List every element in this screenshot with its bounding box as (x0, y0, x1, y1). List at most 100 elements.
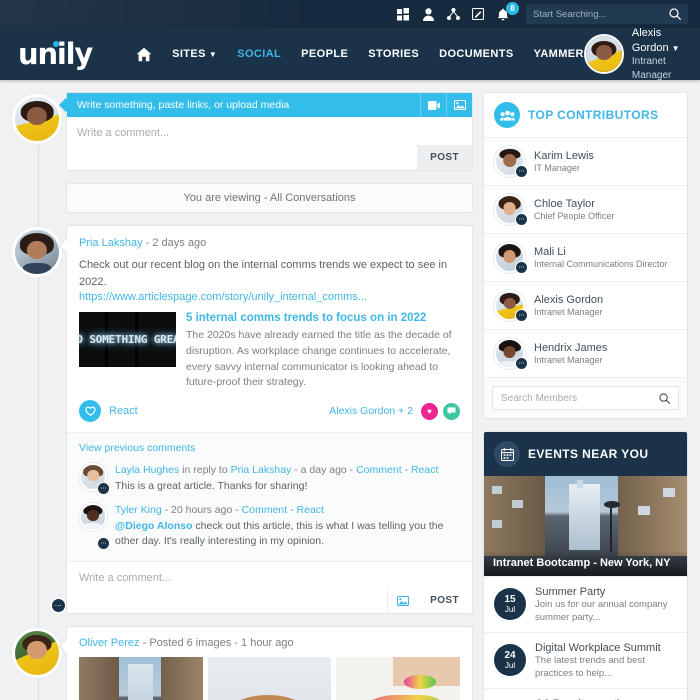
image-icon[interactable] (387, 588, 418, 614)
composer-row: Write something, paste links, or upload … (12, 92, 473, 171)
nav-item-documents[interactable]: DOCUMENTS (439, 48, 514, 60)
list-item[interactable]: ⋯ Mali Li Internal Communications Direct… (484, 233, 687, 281)
avatar (583, 34, 624, 74)
utility-icon-group: 8 (396, 2, 519, 21)
composer-comment-placeholder: Write a comment... (77, 127, 170, 139)
link-preview-description: The 2020s have already earned the title … (186, 329, 452, 389)
org-chart-icon[interactable] (446, 7, 460, 21)
list-item[interactable]: 24 Jul Digital Workplace Summit The late… (484, 631, 687, 688)
event-month: Jul (504, 660, 516, 670)
nav-item-stories[interactable]: STORIES (368, 48, 419, 60)
comment-action[interactable]: Comment (356, 464, 402, 476)
react-button-label[interactable]: React (109, 405, 138, 417)
image-icon[interactable] (446, 93, 472, 117)
sidebar: TOP CONTRIBUTORS ⋯ Karim Lewis IT Manage… (483, 92, 688, 700)
composer-prompt-bar[interactable]: Write something, paste links, or upload … (67, 93, 472, 117)
apps-grid-icon[interactable] (396, 7, 410, 21)
comment-reply-prefix: in reply to (182, 464, 228, 476)
home-icon[interactable] (136, 47, 152, 62)
photo-city-street[interactable] (79, 657, 203, 700)
composer-body: Write something, paste links, or upload … (66, 92, 473, 171)
comment-author[interactable]: Layla Hughes (115, 464, 179, 476)
list-item[interactable]: 11 Aug Q2 Results meeting Join us for ou… (484, 687, 687, 700)
global-search-box[interactable] (526, 4, 688, 24)
composer-actions: POST (67, 145, 472, 170)
contributor-avatar-wrap: ⋯ (494, 146, 528, 178)
event-text: Digital Workplace Summit The latest tren… (535, 641, 677, 680)
events-header: EVENTS NEAR YOU (484, 432, 687, 476)
person-icon[interactable] (421, 7, 435, 21)
comment-badge-icon: ⋯ (515, 165, 528, 178)
top-contributors-title: TOP CONTRIBUTORS (528, 108, 659, 122)
search-members-input[interactable] (501, 392, 659, 404)
member-search-box[interactable] (492, 386, 679, 410)
video-icon[interactable] (420, 93, 446, 117)
image-post-card: Oliver Perez - Posted 6 images - 1 hour … (66, 626, 473, 700)
photo-headphones[interactable] (207, 657, 332, 700)
list-item[interactable]: ⋯ Hendrix James Intranet Manager (484, 329, 687, 377)
contributor-role: Intranet Manager (534, 306, 603, 317)
logo-dot (53, 40, 59, 47)
event-text: Summer Party Join us for our annual comp… (535, 585, 677, 624)
viewing-spacer (12, 183, 66, 225)
event-title: Summer Party (535, 586, 606, 598)
notifications-bell-icon[interactable]: 8 (496, 2, 519, 21)
list-item[interactable]: 15 Jul Summer Party Join us for our annu… (484, 576, 687, 632)
viewing-filter-bar[interactable]: You are viewing - All Conversations (66, 183, 473, 213)
reactor-names[interactable]: Alexis Gordon + 2 (329, 405, 413, 417)
post-content: Pria Lakshay - 2 days ago Check out our … (67, 226, 472, 391)
link-preview-text: 5 internal comms trends to focus on in 2… (186, 312, 460, 391)
member-search-wrap (484, 377, 687, 418)
avatar (79, 502, 107, 531)
composer-input-area[interactable]: Write a comment... (67, 117, 472, 145)
nav-item-yammer[interactable]: YAMMER (534, 48, 584, 60)
nav-item-people[interactable]: PEOPLE (301, 48, 348, 60)
react-action[interactable]: React (297, 504, 324, 516)
comment-head: Layla Hughes in reply to Pria Lakshay - … (115, 463, 460, 478)
comment-avatar-wrap: ⋯ (79, 502, 110, 551)
avatar (12, 94, 62, 144)
viewing-row: You are viewing - All Conversations (12, 183, 473, 225)
post-author[interactable]: Pria Lakshay (79, 237, 143, 249)
event-hero-caption: Intranet Bootcamp - New York, NY (484, 551, 687, 576)
image-post-author[interactable]: Oliver Perez (79, 637, 140, 649)
view-previous-comments-link[interactable]: View previous comments (79, 442, 460, 454)
event-hero-image[interactable]: Intranet Bootcamp - New York, NY (484, 476, 687, 576)
avatar (12, 628, 62, 679)
unily-logo[interactable]: unily (18, 39, 93, 69)
heart-icon[interactable] (79, 400, 101, 422)
event-date-badge: 24 Jul (494, 644, 526, 677)
list-item[interactable]: ⋯ Alexis Gordon Intranet Manager (484, 281, 687, 329)
link-preview-title[interactable]: 5 internal comms trends to focus on in 2… (186, 312, 460, 324)
user-menu-text: Alexis Gordon ▼ Intranet Manager (632, 26, 686, 83)
contributor-text: Chloe Taylor Chief People Officer (534, 197, 614, 223)
user-menu[interactable]: Alexis Gordon ▼ Intranet Manager (583, 26, 686, 83)
post-comment-button[interactable]: POST (417, 588, 472, 614)
event-day: 24 (504, 650, 516, 662)
nav-item-sites[interactable]: SITES ▼ (172, 48, 217, 60)
post-meta: Pria Lakshay - 2 days ago (79, 237, 460, 249)
post-link[interactable]: https://www.articlespage.com/story/unily… (79, 291, 460, 303)
react-action[interactable]: React (411, 464, 438, 476)
photo-rainbow-paint[interactable] (336, 657, 460, 700)
post-button[interactable]: POST (417, 145, 472, 170)
post-comment-placeholder[interactable]: Write a comment... (67, 562, 472, 588)
search-icon[interactable] (669, 8, 681, 20)
contributor-text: Mali Li Internal Communications Director (534, 245, 668, 271)
global-search-input[interactable] (533, 8, 669, 20)
comment-reaction-pill[interactable] (443, 402, 460, 420)
comment-author[interactable]: Tyler King (115, 504, 162, 516)
heart-reaction-pill[interactable]: ♥ (421, 402, 438, 420)
compose-icon[interactable] (471, 7, 485, 21)
list-item[interactable]: ⋯ Chloe Taylor Chief People Officer (484, 185, 687, 233)
main-navigation: unily SITES ▼ SOCIAL PEOPLE STORIES DOCU… (0, 26, 700, 83)
nav-item-social[interactable]: SOCIAL (237, 48, 281, 60)
link-preview[interactable]: DO SOMETHING GREAT 5 internal comms tren… (79, 312, 460, 391)
user-name: Alexis Gordon ▼ (632, 26, 686, 56)
comment-reply-target[interactable]: Pria Lakshay (231, 464, 292, 476)
comment-text: This is a great article. Thanks for shar… (115, 479, 308, 492)
comment-action[interactable]: Comment (242, 504, 288, 516)
comment-mention[interactable]: @Diego Alonso (115, 520, 193, 532)
search-icon[interactable] (659, 392, 670, 404)
list-item[interactable]: ⋯ Karim Lewis IT Manager (484, 137, 687, 185)
